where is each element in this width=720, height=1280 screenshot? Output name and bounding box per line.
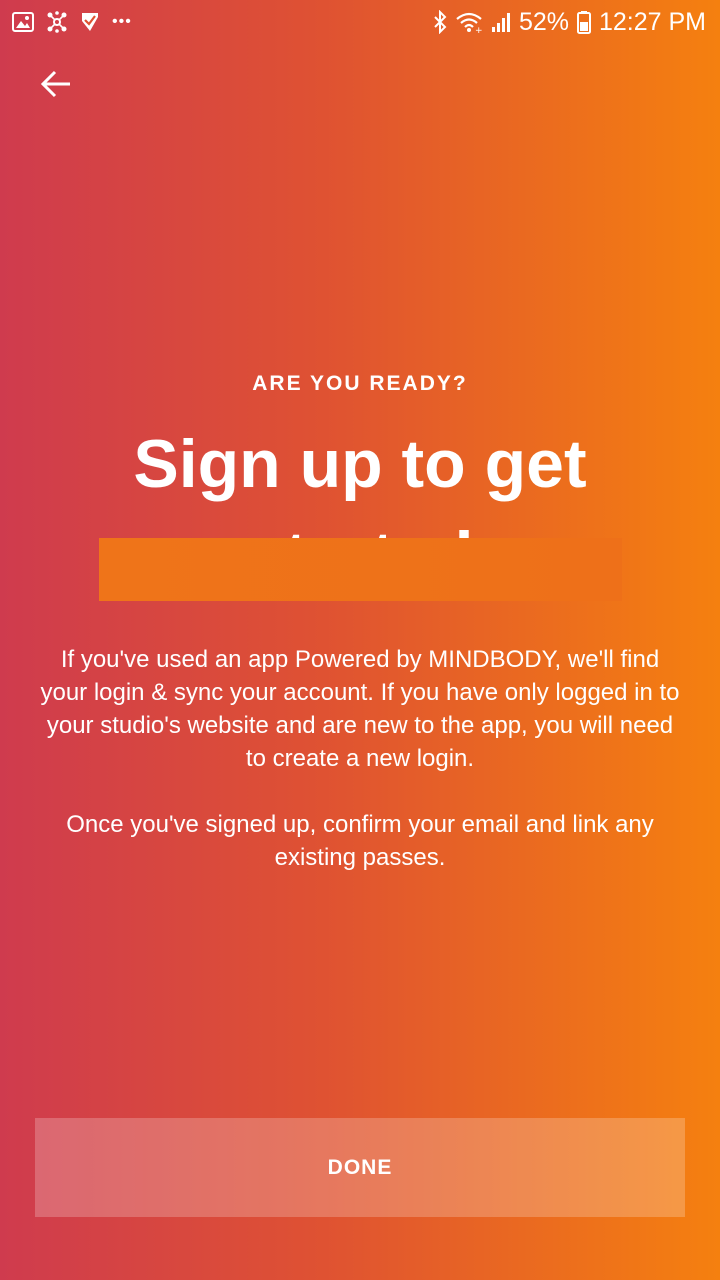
status-bar: ••• + 52% 12:27 PM xyxy=(0,0,720,44)
page-title: Sign up to get xyxy=(133,426,587,502)
wifi-icon: + xyxy=(455,10,483,34)
checkmark-app-icon xyxy=(80,10,100,34)
status-bar-right: + 52% 12:27 PM xyxy=(433,8,706,37)
back-button[interactable] xyxy=(36,64,76,104)
redaction-block xyxy=(99,538,622,601)
eyebrow-text: ARE YOU READY? xyxy=(252,372,468,395)
image-icon xyxy=(12,10,34,34)
description-paragraph: If you've used an app Powered by MINDBOD… xyxy=(40,646,680,772)
done-button[interactable]: DONE xyxy=(35,1118,685,1217)
network-hub-icon xyxy=(46,10,68,34)
battery-icon xyxy=(576,10,591,34)
instructions-paragraph: Once you've signed up, confirm your emai… xyxy=(66,811,654,871)
signal-icon xyxy=(491,10,511,34)
bluetooth-icon xyxy=(433,10,447,34)
svg-text:+: + xyxy=(475,26,483,34)
back-arrow-icon xyxy=(40,70,70,98)
status-bar-left: ••• xyxy=(12,10,132,34)
battery-percent: 52% xyxy=(518,7,569,36)
more-dots-icon: ••• xyxy=(112,13,132,30)
clock: 12:27 PM xyxy=(598,7,706,36)
